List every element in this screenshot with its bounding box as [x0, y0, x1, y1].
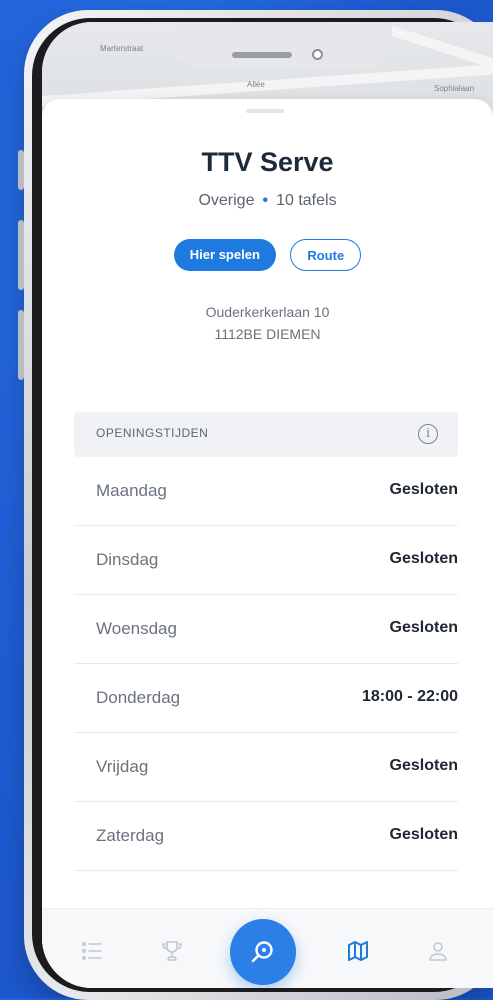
hours-row-saturday: Zaterdag Gesloten: [74, 802, 458, 871]
phone-speaker: [232, 52, 292, 58]
opening-hours-header: OPENINGSTIJDEN i: [74, 412, 458, 457]
hours-value: 18:00 - 22:00: [361, 688, 458, 705]
map-street-label: Allée: [247, 80, 265, 89]
volume-up-button: [18, 220, 24, 290]
sheet-drag-handle[interactable]: [246, 109, 284, 113]
map-street-label: Marterstraat: [100, 44, 144, 53]
list-icon[interactable]: [80, 939, 104, 963]
day-label: Donderdag: [96, 688, 181, 707]
day-label: Dinsdag: [96, 550, 159, 569]
opening-hours-title: OPENINGSTIJDEN: [96, 426, 209, 440]
venue-subtitle: Overige • 10 tafels: [42, 192, 493, 210]
day-label: Zaterdag: [96, 826, 165, 845]
hours-value: Gesloten: [389, 757, 458, 774]
info-icon[interactable]: i: [418, 424, 438, 444]
mute-switch: [18, 150, 24, 190]
ping-pong-search-button[interactable]: [230, 919, 296, 985]
venue-category: Overige: [198, 192, 255, 209]
address-line-street: Ouderkerkerlaan 10: [205, 304, 330, 320]
address-line-city: 1112BE DIEMEN: [214, 326, 321, 342]
phone-notch: [172, 22, 392, 68]
venue-actions: Hier spelen Route: [42, 239, 493, 271]
trophy-icon[interactable]: [160, 939, 184, 963]
hours-row-tuesday: Dinsdag Gesloten: [74, 526, 458, 595]
opening-hours-list: Maandag Gesloten Dinsdag Gesloten Woensd…: [74, 457, 458, 871]
hours-value: Gesloten: [389, 550, 458, 567]
venue-detail-sheet: TTV Serve Overige • 10 tafels Hier spelen …: [42, 99, 493, 988]
hours-row-thursday: Donderdag 18:00 - 22:00: [74, 664, 458, 733]
hours-value: Gesloten: [389, 619, 458, 636]
app-screen: Marterstraat Allée Sophialaan TTV Serve …: [42, 22, 493, 988]
venue-table-count: 10 tafels: [276, 192, 337, 209]
hours-row-friday: Vrijdag Gesloten: [74, 733, 458, 802]
map-street-label: Sophialaan: [434, 84, 475, 93]
day-label: Vrijdag: [96, 757, 149, 776]
hours-row-monday: Maandag Gesloten: [74, 457, 458, 526]
volume-down-button: [18, 310, 24, 380]
hours-row-wednesday: Woensdag Gesloten: [74, 595, 458, 664]
day-label: Woensdag: [96, 619, 177, 638]
hours-value: Gesloten: [389, 826, 458, 843]
ping-pong-search-icon: [250, 939, 276, 970]
play-here-button[interactable]: Hier spelen: [173, 239, 276, 271]
venue-title: TTV Serve: [201, 147, 334, 177]
phone-camera: [312, 49, 323, 60]
hours-value: Gesloten: [389, 481, 458, 498]
map-icon[interactable]: [346, 939, 370, 963]
route-button[interactable]: Route: [290, 239, 362, 271]
venue-address: Ouderkerkerlaan 10 1112BE DIEMEN: [42, 301, 493, 345]
day-label: Maandag: [96, 481, 167, 500]
subtitle-separator: •: [262, 192, 269, 209]
profile-icon[interactable]: [426, 939, 450, 963]
